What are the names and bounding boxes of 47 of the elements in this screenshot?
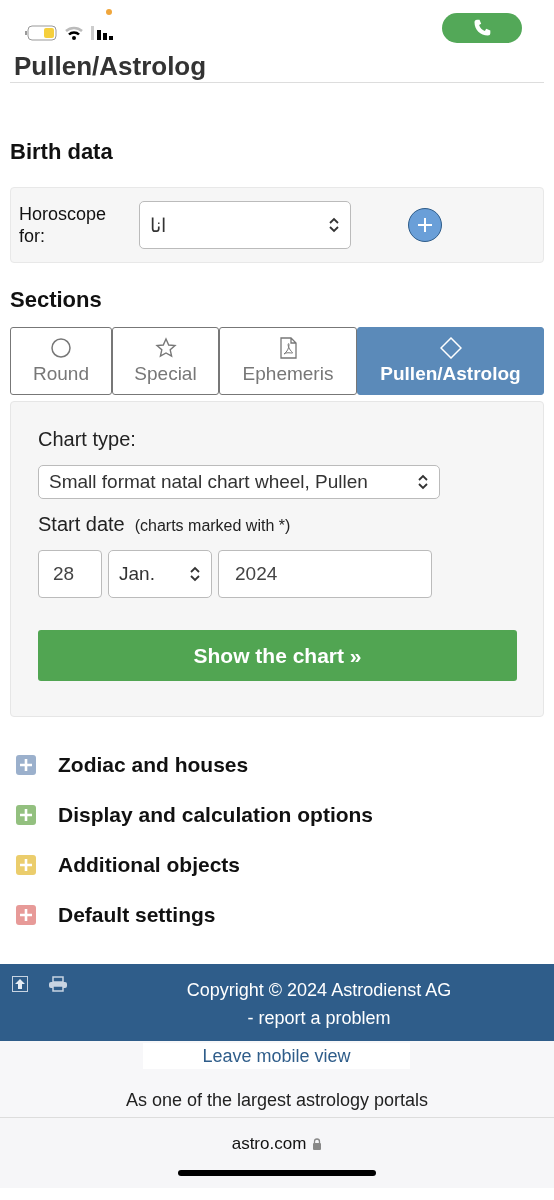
section-tab[interactable]: Special xyxy=(112,327,219,395)
plus-icon[interactable] xyxy=(16,905,36,925)
expander-title[interactable]: Zodiac and houses xyxy=(58,753,249,777)
diamond-icon xyxy=(439,337,462,359)
report-link[interactable]: - report a problem xyxy=(247,1008,391,1028)
phone-icon xyxy=(472,18,492,38)
section-tab[interactable]: Round xyxy=(10,327,112,395)
chart-type-select[interactable]: Small format natal chart wheel, Pullen xyxy=(38,465,440,499)
chevron-icon xyxy=(328,217,340,233)
page-title: Pullen/Astrolog xyxy=(14,52,207,80)
chevron-icon xyxy=(189,566,201,582)
section-heading: Sections xyxy=(10,286,103,314)
expander-title[interactable]: Additional objects xyxy=(58,853,240,877)
expander-title[interactable]: Display and calculation options xyxy=(58,803,374,827)
plus-icon[interactable] xyxy=(16,805,36,825)
copyright-text: Copyright © 2024 Astrodienst AG - report a problem xyxy=(185,979,453,1030)
plus-icon[interactable] xyxy=(16,755,36,775)
url-text[interactable]: astro.com xyxy=(231,1134,307,1154)
lock-icon xyxy=(312,1138,323,1150)
field-label: Start date xyxy=(38,513,125,536)
circle-icon xyxy=(50,337,72,359)
add-button[interactable] xyxy=(408,208,442,242)
section-tab[interactable]: Pullen/Astrolog xyxy=(357,327,544,395)
field-note: (charts marked with *) xyxy=(134,517,291,535)
plus-icon[interactable] xyxy=(16,855,36,875)
upload-icon[interactable] xyxy=(12,976,28,992)
call-button[interactable] xyxy=(442,13,522,43)
wifi-icon xyxy=(64,25,84,41)
battery-icon xyxy=(24,24,58,42)
year-field[interactable]: 2024 xyxy=(218,550,432,598)
chevron-icon xyxy=(417,474,429,490)
section-heading: Birth data xyxy=(10,138,114,166)
horoscope-select[interactable]: انا xyxy=(139,201,351,249)
pdf-file-icon xyxy=(277,337,299,359)
teaser-text: As one of the largest astrology portals xyxy=(124,1089,430,1111)
section-tab[interactable]: Ephemeris xyxy=(219,327,357,395)
privacy-dot-icon xyxy=(106,9,112,15)
month-select[interactable]: Jan. xyxy=(108,550,212,598)
field-label: Chart type: xyxy=(38,428,136,450)
day-field[interactable]: 28 xyxy=(38,550,102,598)
field-label: Horoscope for: xyxy=(19,203,108,247)
expander-title[interactable]: Default settings xyxy=(58,903,216,927)
signal-icon xyxy=(90,25,116,41)
printer-icon[interactable] xyxy=(48,976,68,992)
star-icon xyxy=(154,337,177,359)
plus-icon xyxy=(416,216,434,234)
leave-mobile-link[interactable]: Leave mobile view xyxy=(143,1043,410,1069)
